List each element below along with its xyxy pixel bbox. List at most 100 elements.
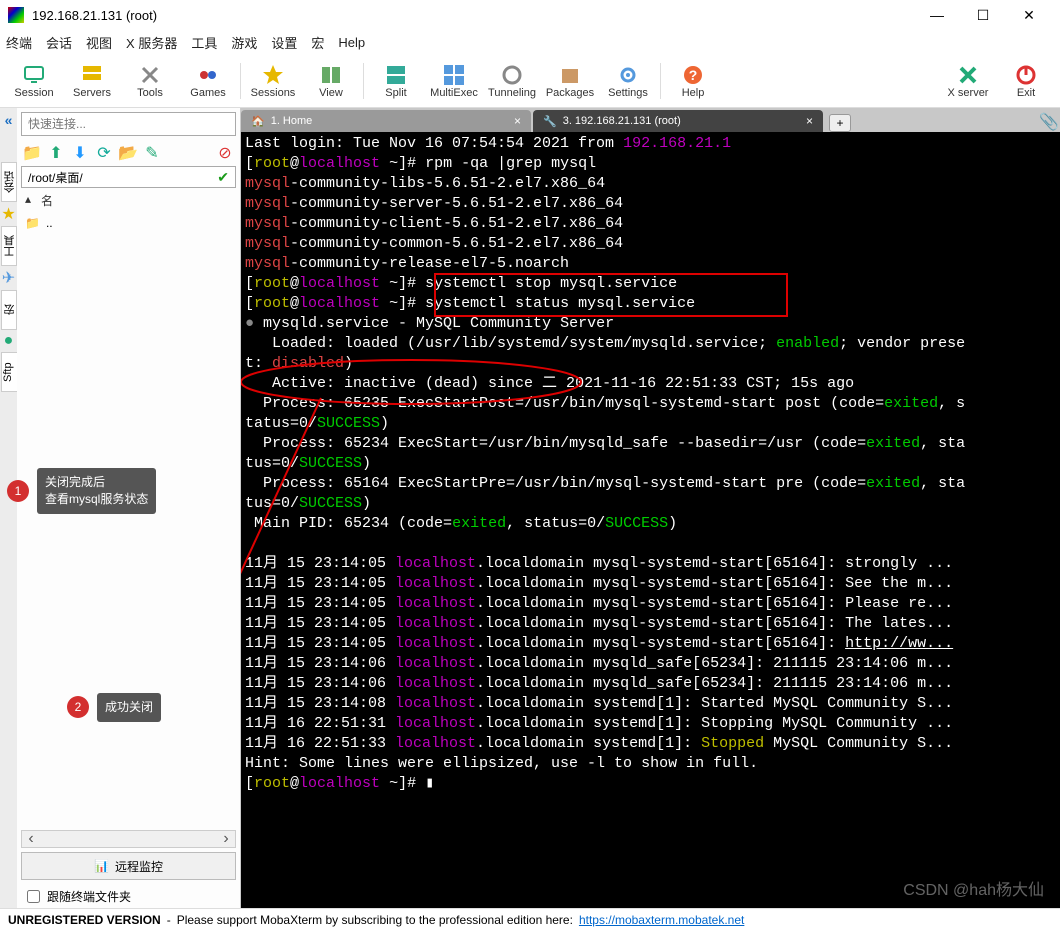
settings-label: Settings — [608, 87, 648, 99]
games-button[interactable]: Games — [182, 56, 234, 106]
power-icon — [1014, 63, 1038, 87]
download-icon[interactable]: ⬇ — [71, 144, 89, 162]
packages-icon — [558, 63, 582, 87]
remote-monitor-button[interactable]: 📊 远程监控 — [21, 852, 236, 880]
maximize-button[interactable]: ☐ — [960, 0, 1006, 30]
folder-icon[interactable]: 📁 — [23, 144, 41, 162]
col-name[interactable]: 名 — [41, 192, 53, 209]
new-tab-button[interactable]: + — [829, 114, 851, 132]
menu-games[interactable]: 游戏 — [231, 33, 257, 52]
close-button[interactable]: ✕ — [1006, 0, 1052, 30]
svg-text:?: ? — [689, 67, 698, 83]
packages-button[interactable]: Packages — [544, 56, 596, 106]
close-tab-icon[interactable]: × — [514, 114, 521, 128]
menu-settings[interactable]: 设置 — [271, 33, 297, 52]
folder-up-icon: 📁 — [25, 216, 40, 230]
sessions-label: Sessions — [251, 87, 296, 99]
menu-view[interactable]: 视图 — [86, 33, 112, 52]
help-icon: ? — [681, 63, 705, 87]
menu-session[interactable]: 会话 — [46, 33, 72, 52]
collapse-button[interactable]: « — [5, 112, 13, 128]
attach-icon[interactable]: 📎 — [1038, 112, 1060, 132]
unregistered-label: UNREGISTERED VERSION — [8, 913, 161, 927]
tunneling-label: Tunneling — [488, 87, 536, 99]
status-bar: UNREGISTERED VERSION - Please support Mo… — [0, 908, 1060, 930]
servers-label: Servers — [73, 87, 111, 99]
split-icon — [384, 63, 408, 87]
ok-check-icon: ✔ — [217, 169, 229, 186]
follow-terminal-checkbox[interactable]: 跟随终端文件夹 — [17, 884, 240, 908]
session-label: Session — [14, 87, 53, 99]
annotation-1: 1 关闭完成后 查看mysql服务状态 — [7, 468, 156, 514]
badge-1: 1 — [7, 480, 29, 502]
tools-icon — [138, 63, 162, 87]
menu-help[interactable]: Help — [338, 35, 365, 50]
menu-macro[interactable]: 宏 — [311, 33, 324, 52]
tools-label: Tools — [137, 87, 163, 99]
h-scrollbar[interactable]: ‹ › — [21, 830, 236, 848]
path-bar[interactable]: /root/桌面/ ✔ — [21, 166, 236, 188]
session-button[interactable]: Session — [8, 56, 60, 106]
help-label: Help — [682, 87, 705, 99]
list-item[interactable]: 📁 .. — [25, 213, 232, 233]
tab-active[interactable]: 🔧 3. 192.168.21.131 (root) × — [533, 110, 823, 132]
menu-terminal[interactable]: 终端 — [6, 33, 32, 52]
gear-icon — [616, 63, 640, 87]
globe-icon: ● — [4, 332, 14, 350]
tunneling-icon — [500, 63, 524, 87]
exit-label: Exit — [1017, 87, 1035, 99]
scroll-left-icon[interactable]: ‹ — [22, 830, 40, 848]
multiexec-button[interactable]: MultiExec — [428, 56, 480, 106]
menu-tools[interactable]: 工具 — [191, 33, 217, 52]
settings-button[interactable]: Settings — [602, 56, 654, 106]
menubar: 终端 会话 视图 X 服务器 工具 游戏 设置 宏 Help — [0, 30, 1060, 54]
titlebar: 192.168.21.131 (root) — ☐ ✕ — [0, 0, 1060, 30]
split-label: Split — [385, 87, 406, 99]
vtab-tools[interactable]: 工具 — [1, 226, 17, 266]
rename-icon[interactable]: ✎ — [143, 144, 161, 162]
help-button[interactable]: ? Help — [667, 56, 719, 106]
window-title: 192.168.21.131 (root) — [32, 8, 914, 23]
servers-button[interactable]: Servers — [66, 56, 118, 106]
scroll-right-icon[interactable]: › — [217, 830, 235, 848]
upload-icon[interactable]: ⬆ — [47, 144, 65, 162]
file-toolbar: 📁 ⬆ ⬇ ⟳ 📂 ✎ ⊘ — [17, 140, 240, 166]
tools-button[interactable]: Tools — [124, 56, 176, 106]
sessions-button[interactable]: Sessions — [247, 56, 299, 106]
tunneling-button[interactable]: Tunneling — [486, 56, 538, 106]
file-list[interactable]: 📁 .. 1 关闭完成后 查看mysql服务状态 2 成功关闭 — [17, 213, 240, 830]
games-label: Games — [190, 87, 225, 99]
x-icon — [956, 63, 980, 87]
minimize-button[interactable]: — — [914, 0, 960, 30]
close-tab-icon[interactable]: × — [806, 114, 813, 128]
vtab-sessions[interactable]: 会话 — [1, 162, 17, 202]
vtab-sftp[interactable]: Sftp — [1, 352, 17, 392]
vtab-macro[interactable]: 宏 — [1, 290, 17, 330]
newfolder-icon[interactable]: 📂 — [119, 144, 137, 162]
send-icon: ✈ — [2, 268, 15, 288]
star-icon: ★ — [1, 204, 15, 224]
follow-checkbox[interactable] — [27, 890, 40, 903]
tabbar: 🏠 1. Home × 🔧 3. 192.168.21.131 (root) ×… — [241, 108, 1060, 132]
divider — [240, 63, 241, 99]
chart-icon: 📊 — [94, 859, 109, 873]
refresh-icon[interactable]: ⟳ — [95, 144, 113, 162]
quick-connect-input[interactable] — [21, 112, 236, 136]
servers-icon — [80, 63, 104, 87]
exit-button[interactable]: Exit — [1000, 56, 1052, 106]
terminal[interactable]: Last login: Tue Nov 16 07:54:54 2021 fro… — [241, 132, 1060, 908]
badge-2: 2 — [67, 696, 89, 718]
split-button[interactable]: Split — [370, 56, 422, 106]
annotation-2: 2 成功关闭 — [67, 693, 161, 722]
xserver-button[interactable]: X server — [942, 56, 994, 106]
mobaxterm-link[interactable]: https://mobaxterm.mobatek.net — [579, 913, 744, 927]
view-button[interactable]: View — [305, 56, 357, 106]
divider — [660, 63, 661, 99]
bubble-1: 关闭完成后 查看mysql服务状态 — [37, 468, 156, 514]
tab-home[interactable]: 🏠 1. Home × — [241, 110, 531, 132]
bubble-2: 成功关闭 — [97, 693, 161, 722]
sftp-panel: 📁 ⬆ ⬇ ⟳ 📂 ✎ ⊘ /root/桌面/ ✔ ▴ 名 📁 .. 1 关闭 — [17, 108, 241, 908]
delete-icon[interactable]: ⊘ — [216, 144, 234, 162]
home-icon: 🏠 — [251, 115, 265, 128]
menu-xserver[interactable]: X 服务器 — [126, 33, 177, 52]
